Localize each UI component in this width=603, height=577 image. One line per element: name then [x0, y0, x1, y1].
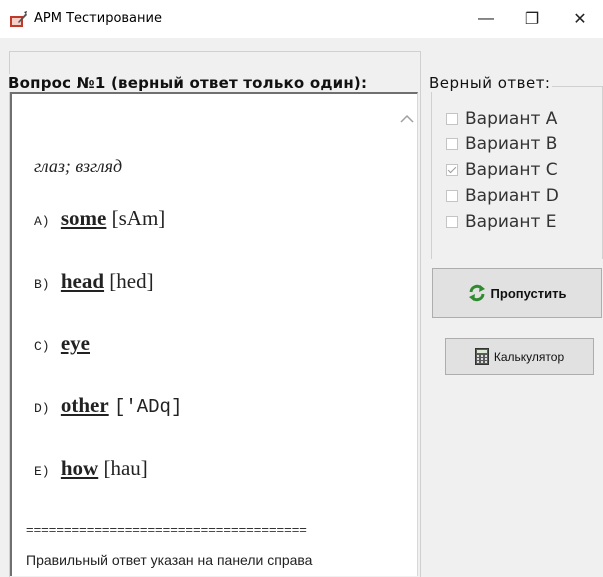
option-word: how [60, 456, 99, 480]
calculator-button[interactable]: Калькулятор [445, 338, 594, 375]
option-letter: E) [34, 464, 50, 479]
option-transcription: [hau] [103, 456, 148, 480]
option-letter: D) [34, 401, 50, 416]
question-legend: Вопрос №1 (верный ответ только один): [6, 74, 370, 92]
checkbox-variant-a[interactable]: Вариант A [446, 108, 557, 130]
checkbox-variant-e[interactable]: Вариант E [446, 211, 557, 233]
checkbox-label: Вариант E [465, 212, 557, 232]
question-word: глаз; взгляд [34, 156, 123, 176]
checkbox-icon[interactable] [446, 138, 458, 150]
title-bar: АРМ Тестирование — ❐ ✕ [0, 0, 603, 38]
checkbox-icon[interactable] [446, 190, 458, 202]
answer-note: Правильный ответ указан на панели справа [26, 552, 313, 568]
option-d: D) other ['ADq] [34, 393, 182, 418]
restore-icon: ❐ [524, 11, 540, 28]
maximize-button[interactable]: ❐ [509, 0, 555, 38]
answer-legend: Верный ответ: [427, 74, 553, 92]
checkbox-checked-icon[interactable] [446, 164, 458, 176]
checkbox-variant-d[interactable]: Вариант D [446, 185, 559, 207]
option-c: C) eye [34, 331, 90, 356]
option-word: some [60, 206, 107, 230]
option-word: eye [60, 331, 91, 355]
checkbox-label: Вариант B [465, 134, 558, 154]
separator-line: ===================================== [26, 522, 307, 537]
window-title: АРМ Тестирование [34, 11, 162, 26]
option-letter: A) [34, 214, 50, 229]
checkbox-icon[interactable] [446, 216, 458, 228]
close-button[interactable]: ✕ [557, 0, 603, 38]
minimize-icon: — [478, 10, 494, 27]
checkbox-variant-c[interactable]: Вариант C [446, 159, 558, 181]
option-letter: B) [34, 277, 50, 292]
question-panel[interactable]: глаз; взгляд A) some [sAm] B) head [hed]… [10, 92, 418, 576]
skip-button[interactable]: Пропустить [432, 268, 602, 318]
checkbox-icon[interactable] [446, 113, 458, 125]
refresh-icon [468, 284, 485, 302]
option-transcription: [hed] [109, 269, 154, 293]
option-e: E) how [hau] [34, 456, 148, 481]
option-b: B) head [hed] [34, 269, 154, 294]
skip-label: Пропустить [490, 285, 567, 301]
option-letter: C) [34, 339, 50, 354]
option-a: A) some [sAm] [34, 206, 165, 231]
checkbox-label: Вариант C [465, 160, 558, 180]
option-word: head [60, 269, 105, 293]
checkbox-label: Вариант A [465, 109, 558, 129]
close-icon: ✕ [573, 11, 587, 28]
calculator-label: Калькулятор [493, 349, 565, 364]
option-transcription: ['ADq] [113, 396, 183, 418]
checkbox-label: Вариант D [465, 186, 559, 206]
app-icon [10, 11, 27, 27]
minimize-button[interactable]: — [463, 0, 509, 38]
scroll-up-icon[interactable] [398, 112, 416, 126]
checkbox-variant-b[interactable]: Вариант B [446, 133, 557, 155]
option-word: other [60, 393, 109, 417]
option-transcription: [sAm] [111, 206, 166, 230]
calculator-icon [474, 348, 489, 365]
